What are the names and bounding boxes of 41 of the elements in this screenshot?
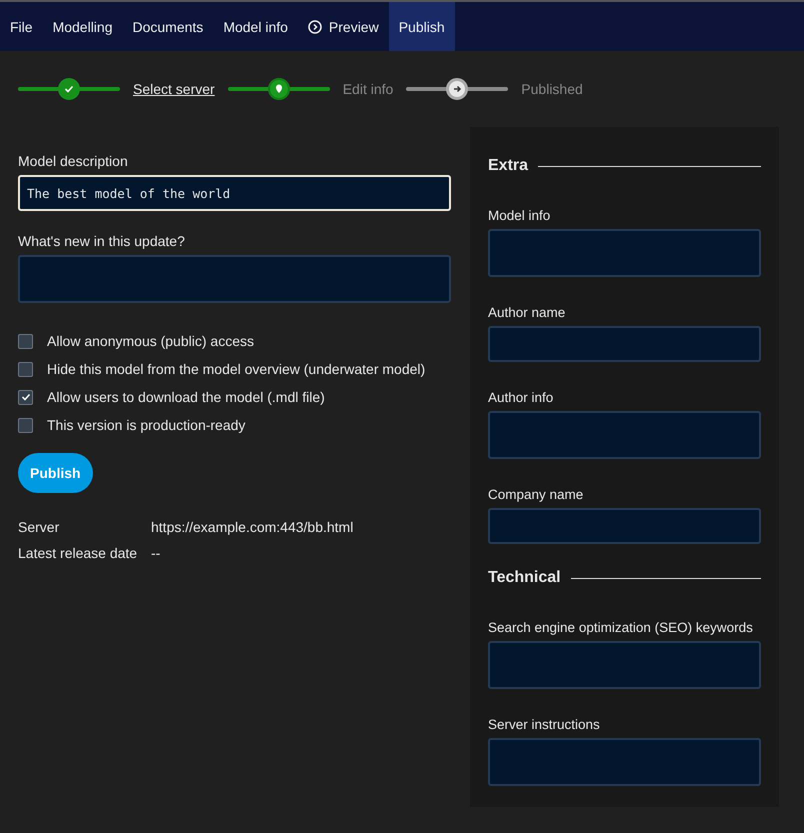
section-title: Technical [488, 569, 561, 587]
field-label: Model info [488, 208, 550, 223]
field-label: Author info [488, 390, 554, 405]
input-field[interactable] [488, 641, 761, 689]
step-link[interactable]: Select server [133, 81, 215, 97]
section-title: Extra [488, 157, 528, 175]
input-field[interactable] [488, 326, 761, 362]
step-label: Edit info [342, 81, 394, 97]
menu-tab[interactable]: Modelling [42, 2, 122, 51]
input-field[interactable] [488, 229, 761, 277]
input-field[interactable] [488, 508, 761, 544]
input-field[interactable] [488, 411, 761, 459]
info-value: -- [151, 545, 160, 561]
field-label: Server instructions [488, 717, 600, 732]
checkbox-label: Allow anonymous (public) access [47, 333, 254, 349]
input-field[interactable] [488, 738, 761, 786]
checkbox[interactable] [18, 362, 33, 376]
field-label: Company name [488, 487, 584, 502]
check-icon [20, 392, 30, 402]
menu-tab[interactable]: Model info [213, 2, 298, 51]
info-label: Latest release date [18, 545, 138, 561]
step-label: Published [521, 81, 583, 97]
info-value: https://example.com:443/bb.html [151, 519, 354, 535]
input-field[interactable] [18, 255, 451, 303]
checkbox-label: This version is production-ready [47, 417, 246, 433]
info-label: Server [18, 519, 60, 535]
menu-tab[interactable]: Publish [388, 2, 455, 51]
input-field[interactable]: The best model of the world [18, 175, 451, 211]
field-label: Author name [488, 305, 566, 320]
field-label: What's new in this update? [18, 233, 185, 249]
menu-tab[interactable]: File [0, 2, 43, 51]
checkbox-label: Hide this model from the model overview (underwater model) [47, 361, 426, 377]
play-circle-icon [308, 20, 322, 34]
checkbox[interactable] [18, 334, 33, 348]
menu-tab[interactable]: Preview [298, 2, 389, 51]
checkbox-label: Allow users to download the model (.mdl file) [47, 389, 325, 405]
checkbox[interactable] [18, 418, 33, 432]
field-label: Search engine optimization (SEO) keywords [488, 620, 753, 635]
field-label: Model description [18, 153, 128, 169]
checkbox[interactable] [18, 390, 33, 404]
menu-tab[interactable]: Documents [122, 2, 214, 51]
